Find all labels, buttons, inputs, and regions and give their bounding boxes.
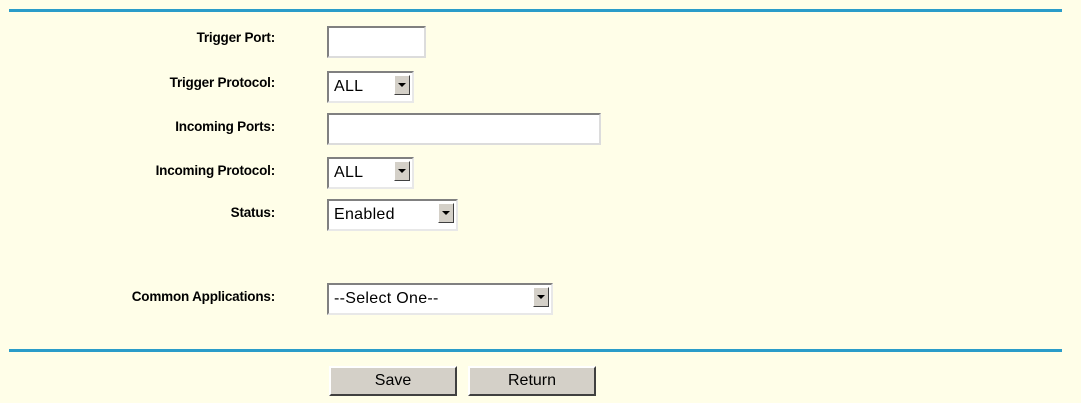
trigger-protocol-select[interactable]: ALL bbox=[327, 71, 414, 103]
chevron-down-icon[interactable] bbox=[533, 287, 549, 307]
incoming-ports-label: Incoming Ports: bbox=[175, 119, 275, 134]
bottom-divider bbox=[9, 349, 1062, 352]
common-applications-selected-value: --Select One-- bbox=[334, 290, 439, 307]
top-divider bbox=[9, 9, 1062, 12]
trigger-protocol-selected-value: ALL bbox=[334, 78, 364, 95]
trigger-port-label: Trigger Port: bbox=[196, 30, 276, 45]
status-label: Status: bbox=[230, 205, 276, 220]
incoming-protocol-selected-value: ALL bbox=[334, 164, 364, 181]
trigger-protocol-label: Trigger Protocol: bbox=[169, 75, 276, 90]
common-applications-select[interactable]: --Select One-- bbox=[327, 283, 553, 315]
status-select[interactable]: Enabled bbox=[327, 199, 458, 231]
chevron-down-icon[interactable] bbox=[394, 75, 410, 95]
chevron-down-icon[interactable] bbox=[394, 161, 410, 181]
incoming-protocol-select[interactable]: ALL bbox=[327, 157, 414, 189]
common-applications-label: Common Applications: bbox=[131, 289, 275, 304]
incoming-protocol-label: Incoming Protocol: bbox=[155, 163, 276, 178]
incoming-ports-input[interactable] bbox=[327, 113, 601, 145]
trigger-port-input[interactable] bbox=[327, 26, 426, 58]
return-button[interactable]: Return bbox=[468, 366, 596, 396]
chevron-down-icon[interactable] bbox=[438, 203, 454, 223]
save-button[interactable]: Save bbox=[329, 366, 457, 396]
status-selected-value: Enabled bbox=[334, 206, 395, 223]
